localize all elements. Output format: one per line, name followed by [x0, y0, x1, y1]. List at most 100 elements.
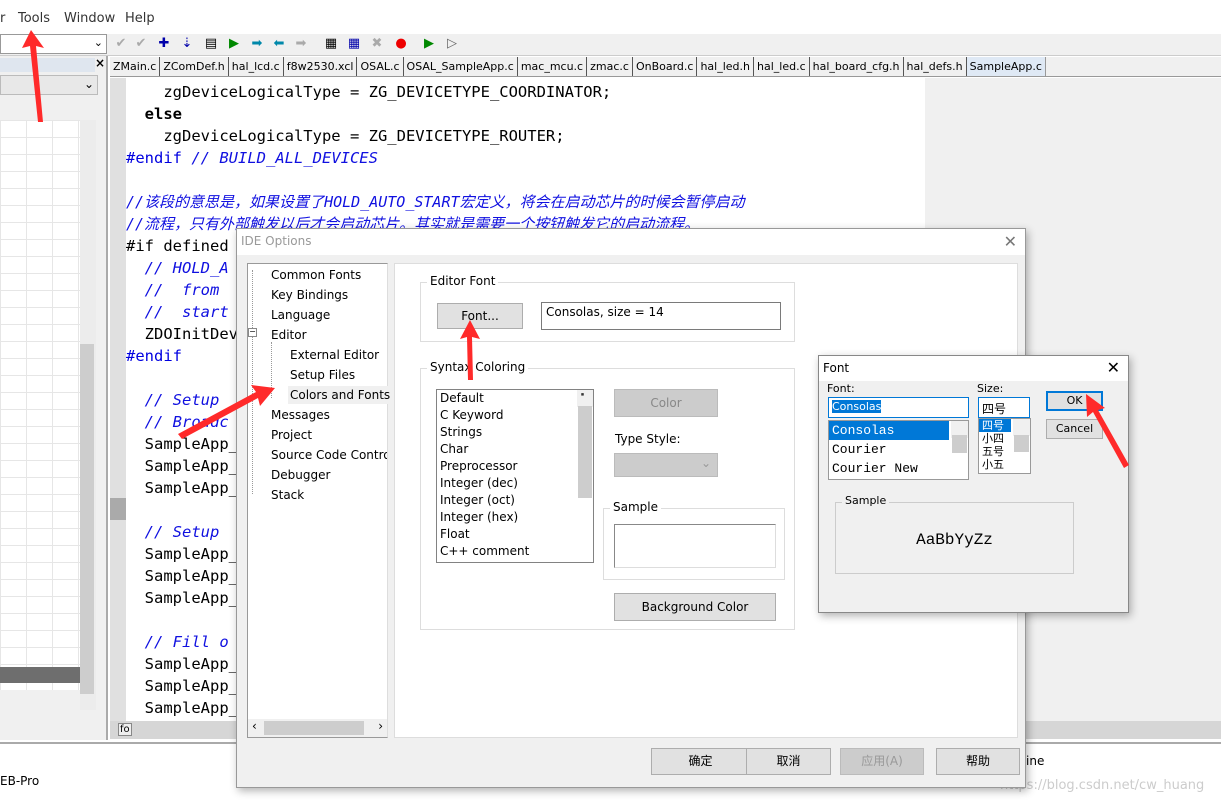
- list-item[interactable]: Strings: [437, 424, 593, 441]
- list-item[interactable]: C Keyword: [437, 407, 593, 424]
- tree-item-key-bindings[interactable]: Key Bindings: [271, 288, 348, 302]
- back-icon[interactable]: ⬅: [270, 36, 288, 52]
- stop-build-icon[interactable]: ✖: [368, 36, 386, 52]
- cancel-button[interactable]: 取消: [746, 748, 831, 775]
- tab-hal-defs[interactable]: hal_defs.h: [904, 57, 967, 76]
- tab-zcomdef[interactable]: ZComDef.h: [160, 57, 229, 76]
- close-icon[interactable]: ✕: [1004, 232, 1017, 251]
- code-line: zgDeviceLogicalType = ZG_DEVICETYPE_COOR…: [126, 83, 612, 101]
- font-list-item-selected[interactable]: Consolas: [829, 421, 949, 440]
- list-item[interactable]: Float: [437, 526, 593, 543]
- size-list-item-selected[interactable]: 四号: [979, 419, 1011, 432]
- color-button[interactable]: Color: [614, 389, 718, 417]
- tab-zmac[interactable]: zmac.c: [587, 57, 633, 76]
- code-line: SampleApp_: [126, 699, 238, 717]
- apply-button[interactable]: 应用(A): [840, 748, 924, 775]
- size-input[interactable]: 四号: [978, 397, 1030, 418]
- tree-item-setup-files[interactable]: Setup Files: [290, 368, 355, 382]
- find-next-icon[interactable]: ⇣: [178, 36, 196, 52]
- editor-scroll-thumb[interactable]: [110, 498, 126, 520]
- list-item[interactable]: Default: [437, 390, 593, 407]
- list-item[interactable]: Integer (dec): [437, 475, 593, 492]
- tree-item-source-code-control[interactable]: Source Code Contro: [271, 448, 387, 462]
- download-debug-icon[interactable]: ▶: [420, 36, 438, 52]
- tab-onboard[interactable]: OnBoard.c: [633, 57, 698, 76]
- list-item[interactable]: Integer (oct): [437, 492, 593, 509]
- size-list-item[interactable]: 小五: [979, 458, 1030, 471]
- tab-hal-led-h[interactable]: hal_led.h: [697, 57, 754, 76]
- font-name-input[interactable]: Consolas: [828, 397, 969, 418]
- tree-item-common-fonts[interactable]: Common Fonts: [271, 268, 361, 282]
- selected-row[interactable]: [0, 667, 80, 683]
- debug-without-download-icon[interactable]: ▷: [443, 36, 461, 52]
- close-icon[interactable]: ✕: [1107, 358, 1120, 377]
- bookmark-icon[interactable]: ✔: [132, 36, 150, 52]
- list-item[interactable]: Integer (hex): [437, 509, 593, 526]
- tab-sampleapp[interactable]: SampleApp.c: [966, 57, 1046, 76]
- find-icon[interactable]: ✚: [155, 36, 173, 52]
- tab-hal-board-cfg[interactable]: hal_board_cfg.h: [810, 57, 904, 76]
- close-icon[interactable]: ×: [95, 56, 105, 70]
- tab-hal-lcd[interactable]: hal_lcd.c: [229, 57, 284, 76]
- chevron-down-icon: ⌄: [700, 456, 711, 470]
- code-line: #endif: [126, 347, 182, 365]
- ok-button[interactable]: OK: [1046, 391, 1103, 411]
- workspace-scrollbar[interactable]: [80, 120, 96, 710]
- tree-item-stack[interactable]: Stack: [271, 488, 304, 502]
- menu-item-tools[interactable]: Tools: [18, 11, 50, 26]
- tab-zmain[interactable]: ZMain.c: [110, 57, 161, 76]
- navigate-icon[interactable]: ▶: [225, 36, 243, 52]
- font-list-scrollbar[interactable]: [951, 421, 968, 453]
- tab-hal-led-c[interactable]: hal_led.c: [754, 57, 810, 76]
- tree-hscrollbar[interactable]: ‹ ›: [248, 719, 387, 737]
- help-button[interactable]: 帮助: [936, 748, 1020, 775]
- menu-item-help[interactable]: Help: [125, 11, 155, 26]
- tree-item-external-editor[interactable]: External Editor: [290, 348, 379, 362]
- code-line: SampleApp_: [126, 677, 238, 695]
- ok-button[interactable]: 确定: [651, 748, 750, 775]
- size-list[interactable]: 四号 小四 五号 小五: [978, 418, 1031, 474]
- list-item[interactable]: Preprocessor: [437, 458, 593, 475]
- cancel-button[interactable]: Cancel: [1046, 419, 1103, 439]
- make-icon[interactable]: ▦: [345, 36, 363, 52]
- toolbar-combo[interactable]: ⌄: [0, 34, 107, 54]
- tree-item-colors-and-fonts[interactable]: Colors and Fonts: [288, 386, 393, 404]
- syntax-element-list[interactable]: Default C Keyword Strings Char Preproces…: [436, 389, 594, 563]
- tree-item-debugger[interactable]: Debugger: [271, 468, 330, 482]
- status-text: EB-Pro: [0, 774, 40, 788]
- collapse-icon[interactable]: −: [248, 328, 257, 337]
- tree-item-editor[interactable]: Editor: [271, 328, 307, 342]
- sample-group: Sample: [603, 500, 785, 580]
- background-color-button[interactable]: Background Color: [614, 593, 776, 621]
- type-style-select[interactable]: ⌄: [614, 453, 718, 477]
- list-item[interactable]: C++ comment: [437, 543, 593, 560]
- tab-f8w2530[interactable]: f8w2530.xcl: [284, 57, 358, 76]
- forward-icon[interactable]: ➡: [248, 36, 266, 52]
- toggle-bookmark-icon[interactable]: ✔: [112, 36, 130, 52]
- menu-item-partial[interactable]: r: [0, 11, 5, 26]
- font-list-item[interactable]: Courier New: [829, 459, 968, 478]
- list-scrollbar[interactable]: ˄ ˅: [577, 390, 593, 498]
- compile-icon[interactable]: ▦: [322, 36, 340, 52]
- code-line: SampleApp_: [126, 435, 238, 453]
- group-label: Editor Font: [427, 274, 499, 288]
- workspace-config-select[interactable]: ⌄: [0, 75, 98, 95]
- tree-item-project[interactable]: Project: [271, 428, 312, 442]
- tab-mac-mcu[interactable]: mac_mcu.c: [518, 57, 588, 76]
- code-comment: // Setup: [126, 523, 220, 541]
- nav-disabled-icon[interactable]: ➡: [292, 36, 310, 52]
- tab-osal[interactable]: OSAL.c: [357, 57, 404, 76]
- tab-osal-sampleapp[interactable]: OSAL_SampleApp.c: [404, 57, 518, 76]
- list-item[interactable]: Char: [437, 441, 593, 458]
- tree-item-language[interactable]: Language: [271, 308, 330, 322]
- size-list-scrollbar[interactable]: [1013, 419, 1030, 452]
- font-button[interactable]: Font...: [437, 303, 523, 329]
- font-list[interactable]: Consolas Courier Courier New: [828, 420, 969, 480]
- preprocessor: #endif: [126, 149, 182, 167]
- goto-icon[interactable]: ▤: [202, 36, 220, 52]
- menu-item-window[interactable]: Window: [64, 11, 115, 26]
- tree-item-messages[interactable]: Messages: [271, 408, 330, 422]
- font-list-item[interactable]: Courier: [829, 440, 968, 459]
- breakpoint-icon[interactable]: ●: [392, 36, 410, 52]
- workspace-file-grid[interactable]: [0, 120, 80, 690]
